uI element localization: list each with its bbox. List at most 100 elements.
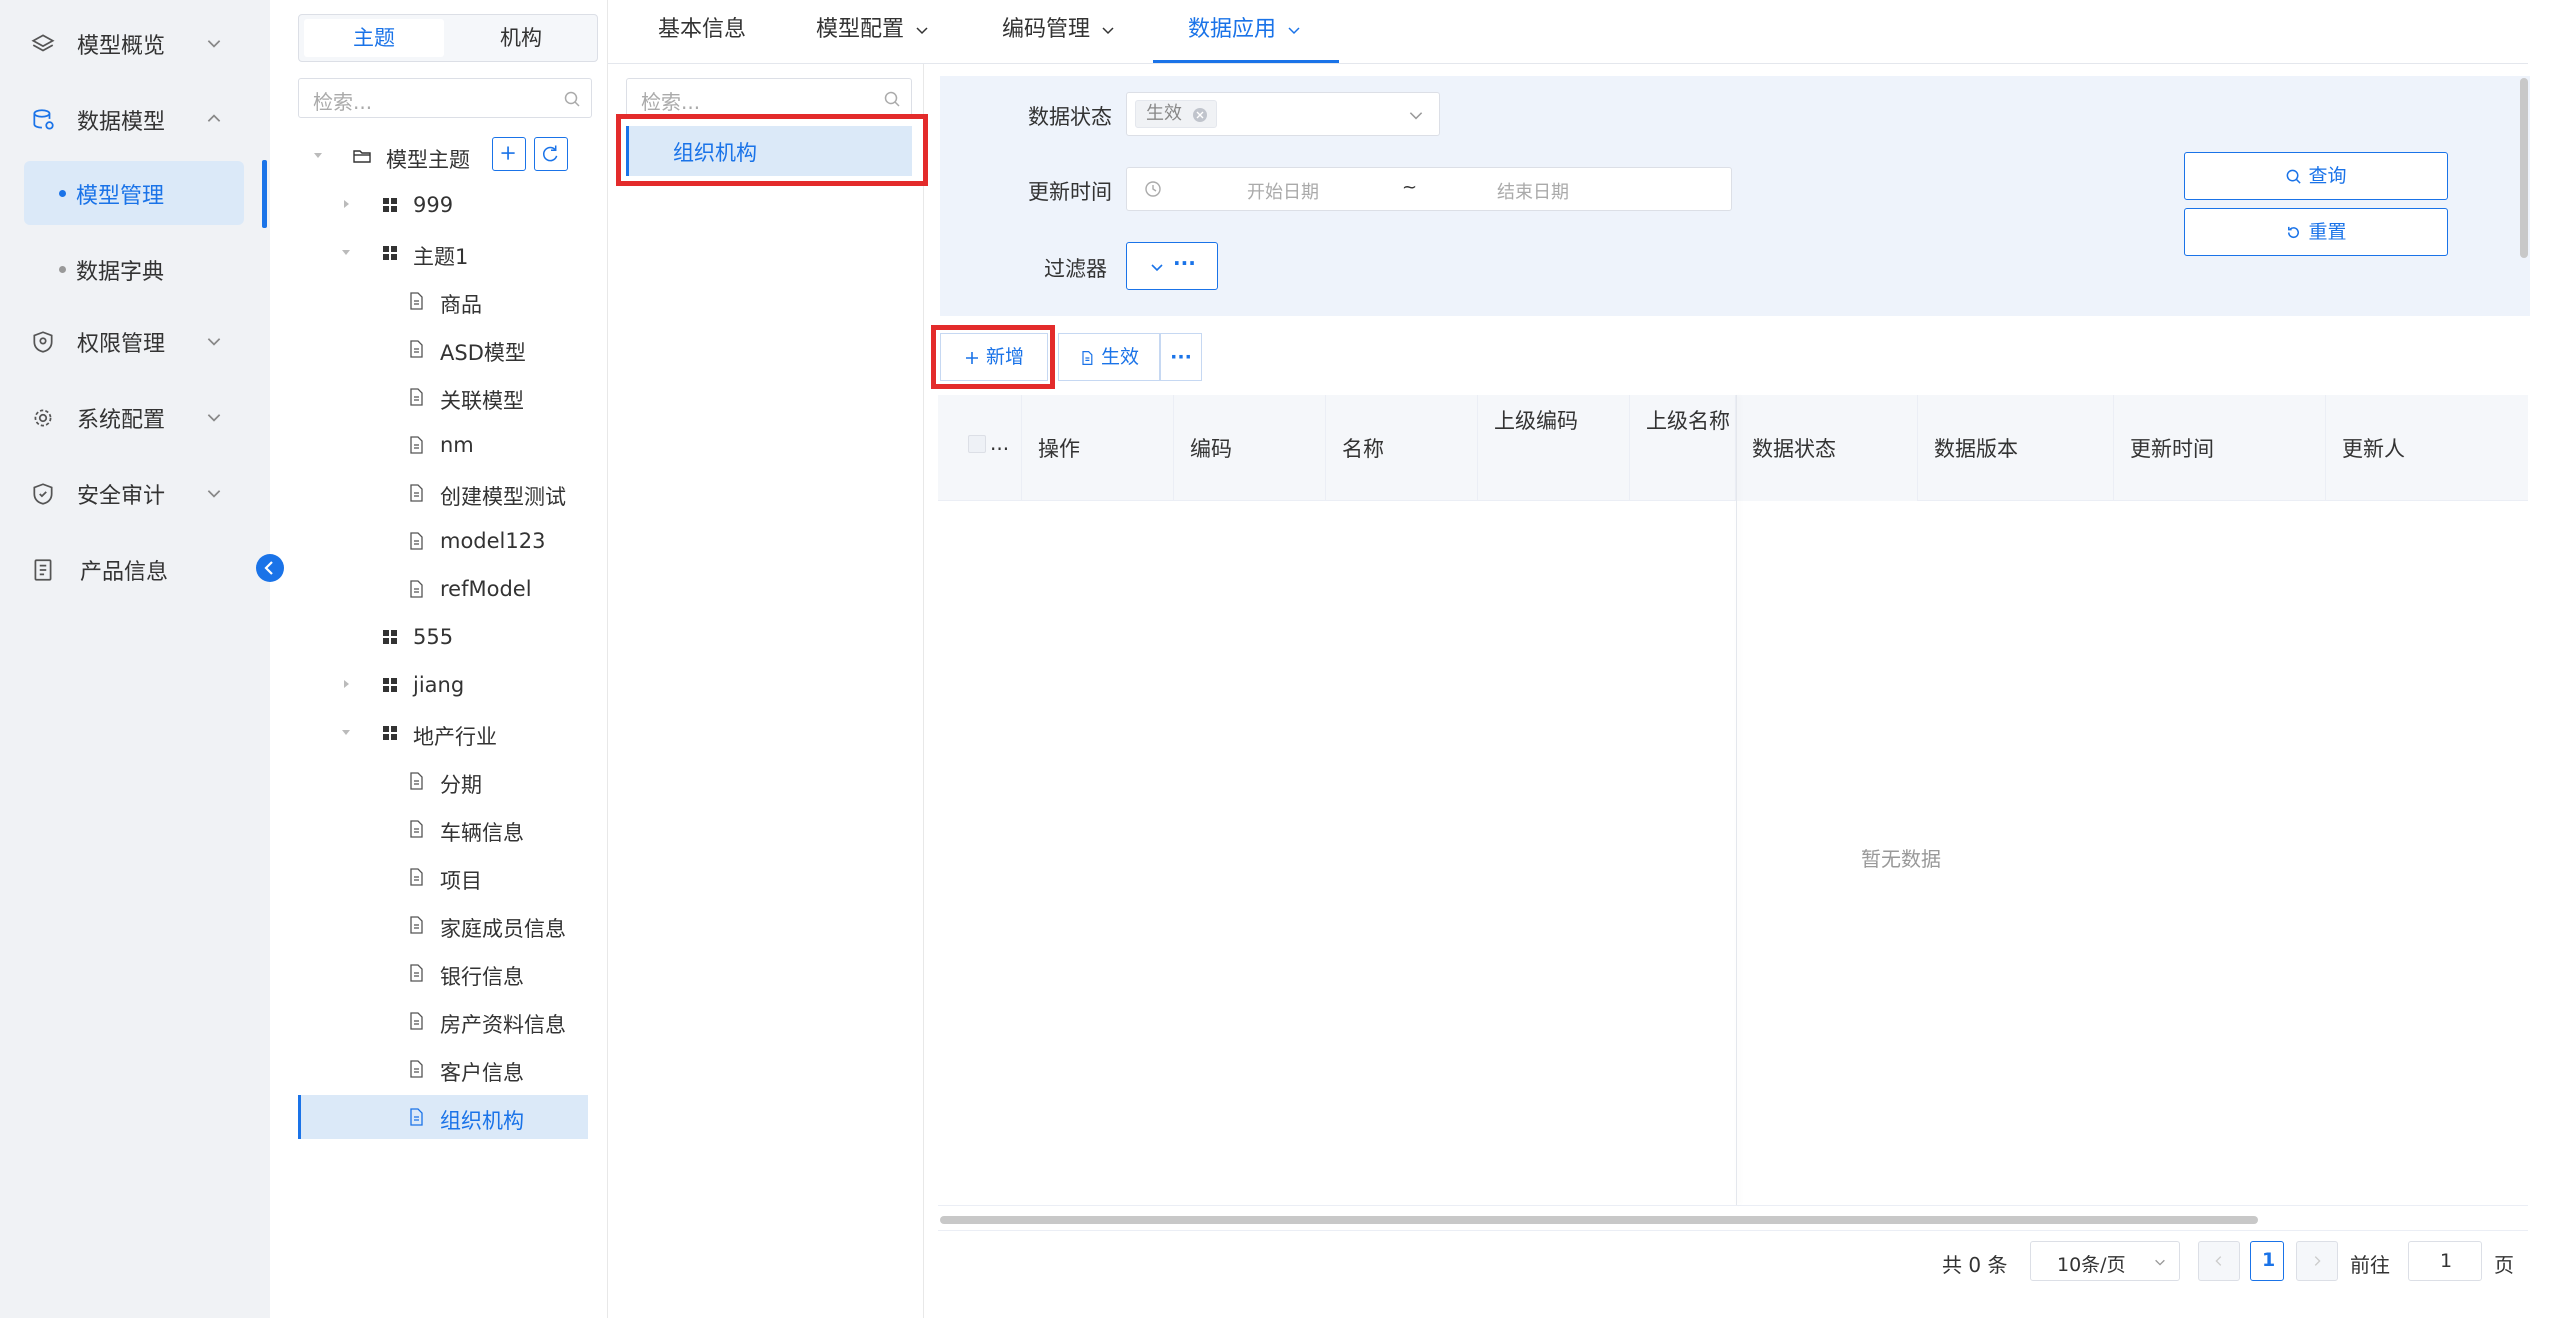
tree-search-input[interactable]: 检索... [298,78,592,118]
active-indicator [262,160,267,228]
model-list-column: 检索... 组织机构 [608,64,928,1318]
bullet-dot [59,266,66,273]
nav-item-label: 安全审计 [77,484,166,509]
active-dot [59,190,66,197]
grid-icon [383,678,397,692]
add-node-button[interactable] [492,137,526,171]
column-header-update-time: 更新时间 [2114,395,2326,501]
close-circle-icon[interactable] [1192,107,1208,123]
goto-label: 前往 [2350,1253,2390,1277]
date-range-picker[interactable]: 开始日期 ~ 结束日期 [1126,167,1732,211]
chevron-down-icon [2155,1259,2165,1266]
nav-item-system-config[interactable]: 系统配置 [0,388,270,448]
select-all-checkbox[interactable] [968,435,986,453]
column-header-parent-code: 上级编码 [1478,395,1630,501]
tree-node-model[interactable]: 商品 [298,279,588,323]
nav-item-security-audit[interactable]: 安全审计 [0,464,270,524]
refresh-tree-button[interactable] [534,137,568,171]
chevron-left-icon [264,561,273,575]
tree-node-model-selected[interactable]: 组织机构 [298,1095,588,1139]
query-button[interactable]: 查询 [2184,152,2448,200]
search-placeholder: 检索... [313,90,373,114]
tree-node-label: 创建模型测试 [440,485,566,509]
file-icon [410,1108,423,1126]
sub-item-model-management[interactable]: 模型管理 [24,161,244,225]
toolbar-more-button[interactable]: ··· [1160,333,1202,381]
database-icon [33,109,54,130]
file-icon [410,916,423,934]
page-button-current[interactable]: 1 [2250,1241,2284,1281]
tree-node-model[interactable]: ASD模型 [298,327,588,371]
chevron-down-icon [207,414,221,422]
file-icon [410,340,423,358]
nav-item-model-overview[interactable]: 模型概览 [0,14,270,74]
nav-item-permission[interactable]: 权限管理 [0,312,270,372]
tree-node-model[interactable]: 关联模型 [298,375,588,419]
chevron-right-icon [2314,1256,2321,1266]
tree-node-model[interactable]: 家庭成员信息 [298,903,588,947]
nav-item-data-model[interactable]: 数据模型 [0,90,270,150]
tree-node-model[interactable]: 房产资料信息 [298,999,588,1043]
goto-page-value: 1 [2440,1250,2453,1272]
caret-right-icon [344,200,349,208]
prev-page-button[interactable] [2198,1241,2240,1281]
tab-topic[interactable]: 主题 [304,19,444,57]
filter-panel: 数据状态 生效 更新时间 开始日期 ~ 结束日期 过滤器 ··· 查询 重置 [940,76,2530,316]
tree-node-model[interactable]: 项目 [298,855,588,899]
tree-node-model[interactable]: model123 [298,519,588,563]
status-select[interactable]: 生效 [1126,92,1440,136]
nav-item-product-info[interactable]: 产品信息 [0,540,270,600]
tab-basic-info[interactable]: 基本信息 [658,0,746,63]
column-header-label: 编码 [1190,437,1232,461]
tree-node-group[interactable]: 999 [298,183,588,227]
tree-node-group[interactable]: 主题1 [298,231,588,275]
sub-item-data-dictionary[interactable]: 数据字典 [24,237,244,301]
column-header-label: 数据状态 [1752,437,1836,461]
folder-open-icon [353,150,371,163]
grid-icon [383,198,397,212]
tree-node-group[interactable]: 555 [298,615,588,659]
tab-model-config[interactable]: 模型配置 [816,0,930,63]
tree-node-model[interactable]: 分期 [298,759,588,803]
model-search-input[interactable]: 检索... [626,78,912,118]
grid-icon [383,630,397,644]
file-icon [410,580,423,598]
gear-icon [34,409,52,427]
chevron-down-icon [1151,264,1163,272]
tab-label: 数据应用 [1188,17,1277,42]
tree-node-label: nm [440,433,474,457]
collapse-sidebar-button[interactable] [256,554,284,582]
horizontal-scrollbar[interactable] [940,1216,2258,1224]
file-icon [410,436,423,454]
tab-organization[interactable]: 机构 [451,19,591,57]
tree-node-model[interactable]: 车辆信息 [298,807,588,851]
goto-page-input[interactable]: 1 [2408,1241,2482,1281]
file-icon [1082,350,1093,365]
total-count: 共 0 条 [1942,1253,2008,1277]
tree-panel: 主题 机构 检索... 模型主题 999 主题1 商品 ASD模型 关联模型 n… [298,0,608,1318]
tree-node-model[interactable]: 银行信息 [298,951,588,995]
sub-item-label: 模型管理 [76,184,165,209]
reset-button[interactable]: 重置 [2184,208,2448,256]
tab-label: 编码管理 [1002,17,1091,42]
tree-node-model[interactable]: nm [298,423,588,467]
tree-node-model[interactable]: refModel [298,567,588,611]
tab-data-application[interactable]: 数据应用 [1153,0,1339,63]
vertical-scrollbar[interactable] [2520,78,2528,258]
caret-right-icon [344,680,349,688]
tree-node-model[interactable]: 创建模型测试 [298,471,588,515]
tree-node-group[interactable]: 地产行业 [298,711,588,755]
effective-button[interactable]: 生效 [1058,333,1160,381]
tree-node-group[interactable]: jiang [298,663,588,707]
tree-node-model[interactable]: 客户信息 [298,1047,588,1091]
next-page-button[interactable] [2296,1241,2338,1281]
table-body [938,501,2528,1206]
filter-dropdown-button[interactable]: ··· [1126,242,1218,290]
page-size-select[interactable]: 10条/页 [2030,1241,2180,1281]
search-icon [884,91,900,107]
tree-node-label: 家庭成员信息 [440,917,566,941]
chevron-down-icon [1288,27,1300,35]
current-page-number: 1 [2262,1249,2276,1271]
tab-code-management[interactable]: 编码管理 [1002,0,1116,63]
highlight-box [931,325,1055,389]
